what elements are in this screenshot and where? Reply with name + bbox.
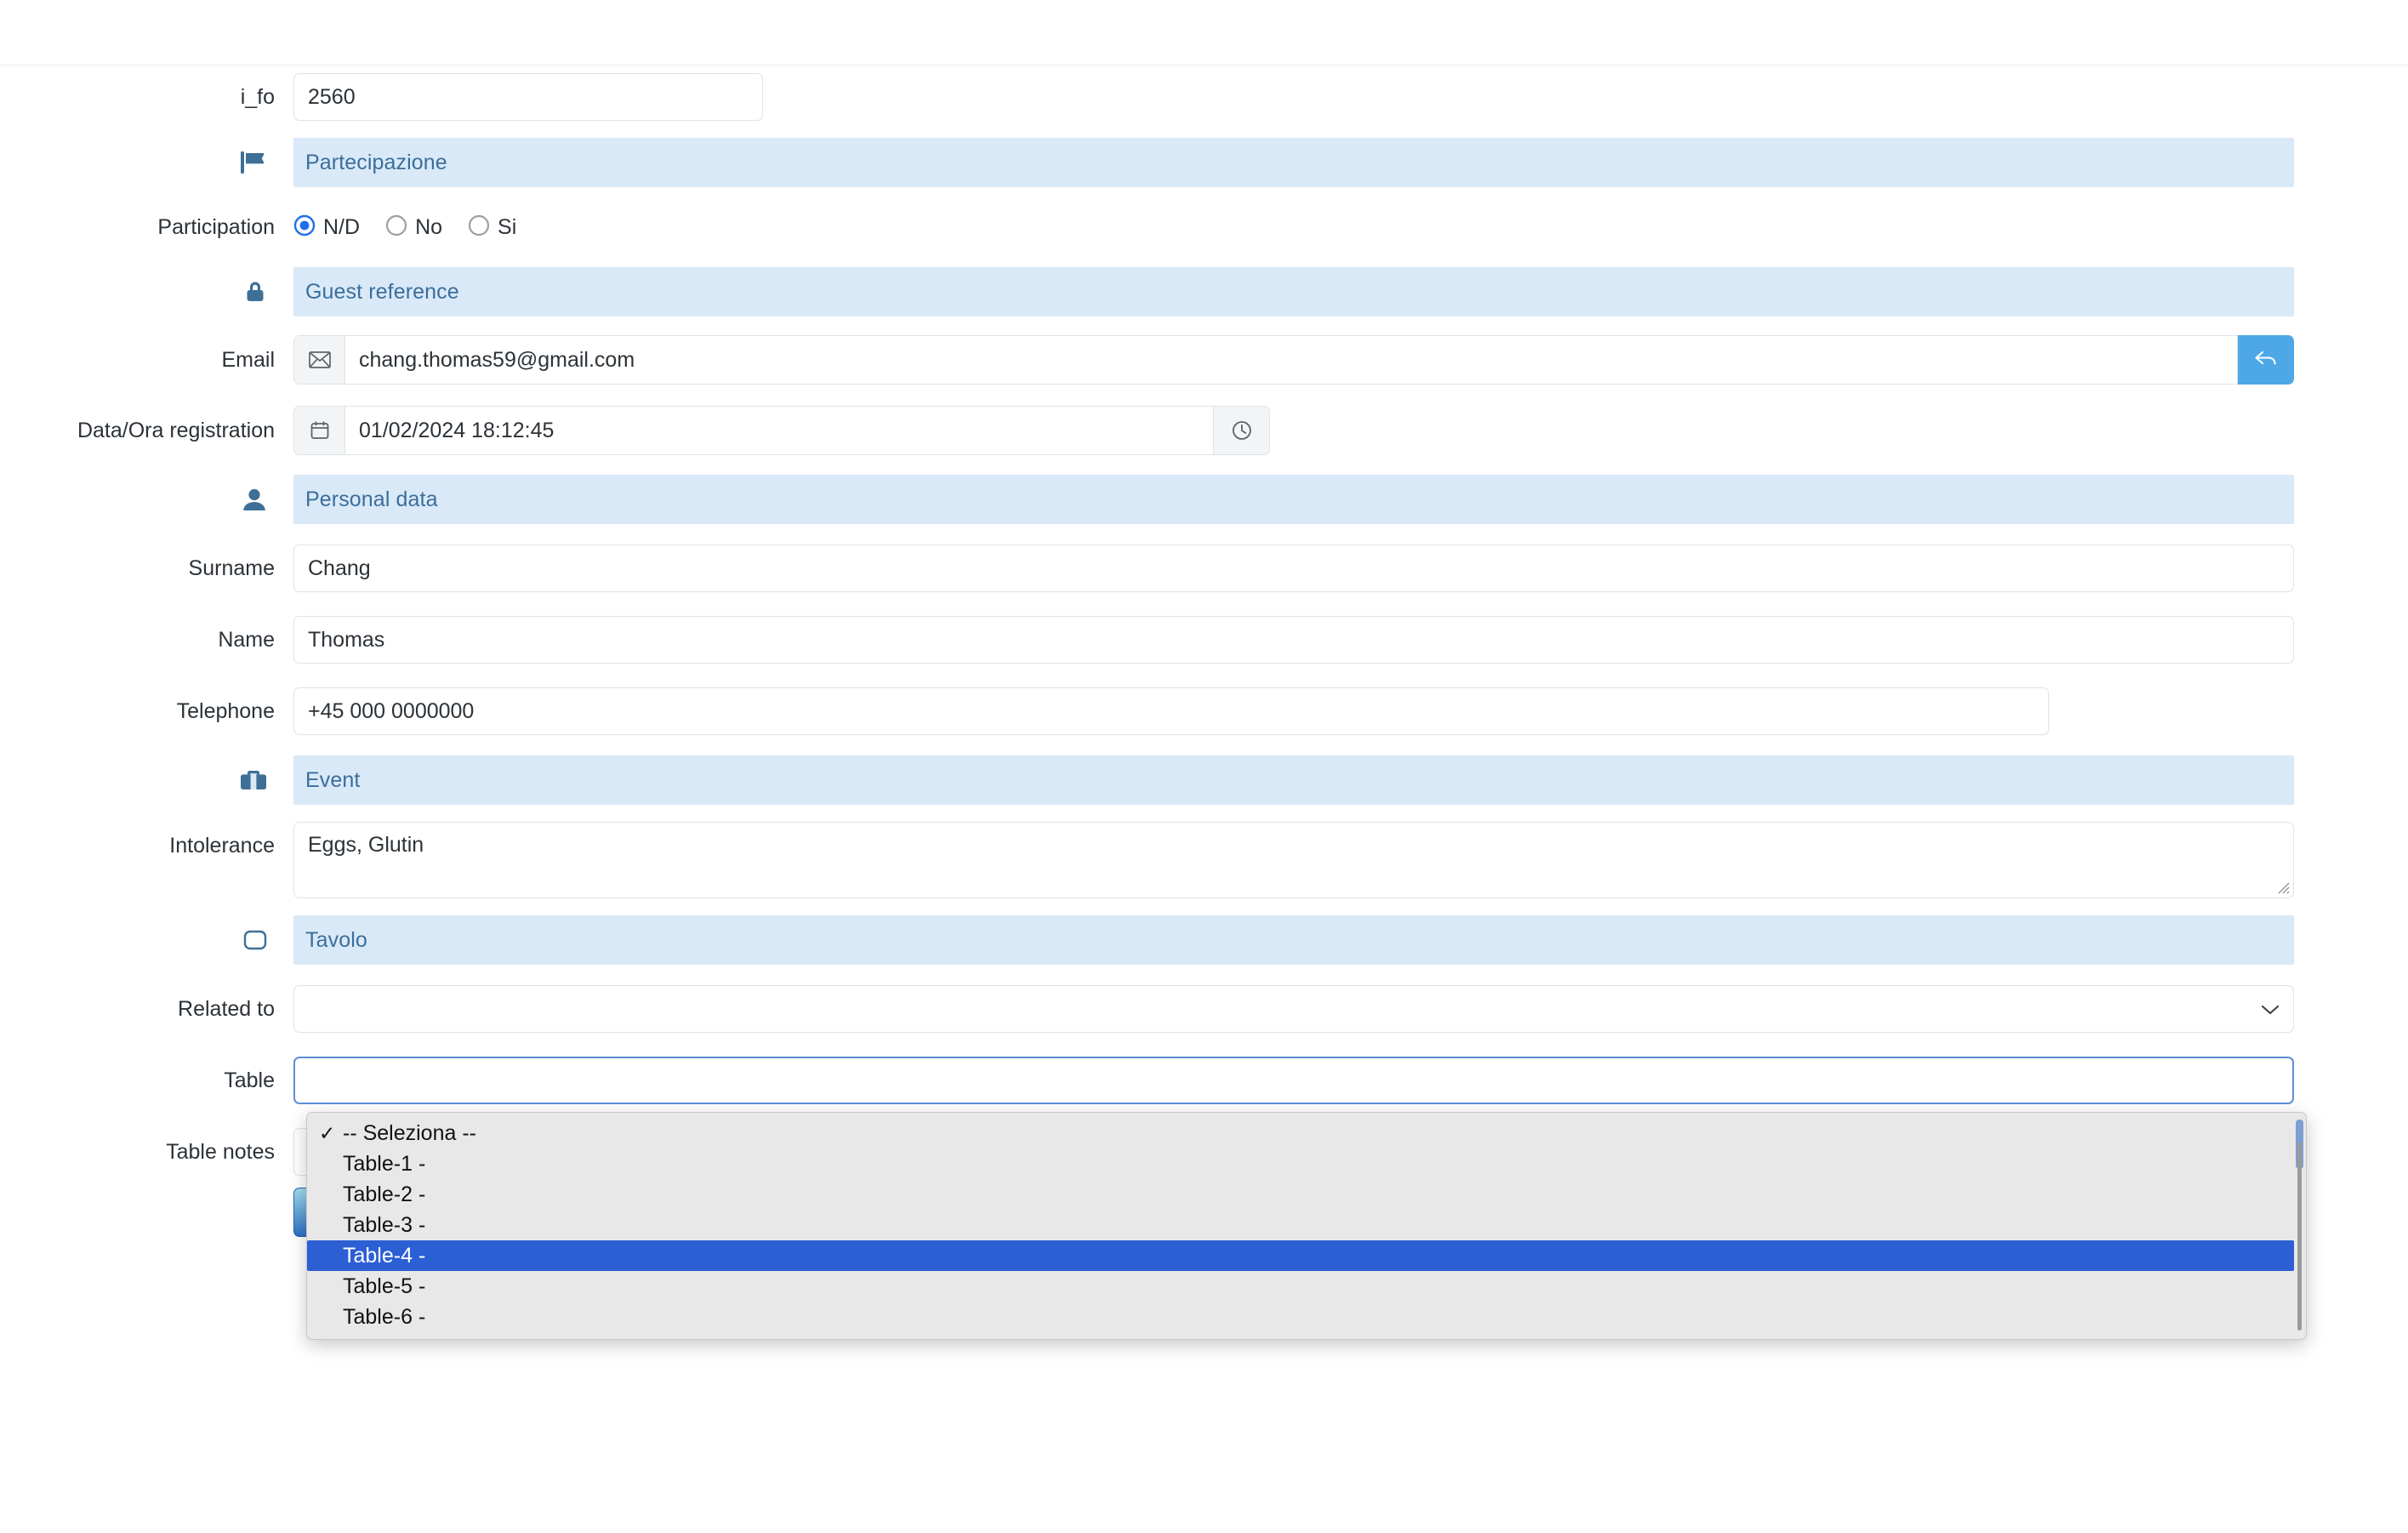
section-band-event: Event [293,755,2294,805]
radio-label-si: Si [498,214,517,239]
field-row-name: Name Thomas [0,604,2408,675]
field-row-telephone: Telephone +45 000 0000000 [0,675,2408,747]
radio-option-no[interactable]: No [385,214,442,241]
section-band-participation: Partecipazione [293,138,2294,187]
radio-group-participation: N/D No Si [293,214,2408,241]
dropdown-option-table-6[interactable]: Table-6 - [307,1302,2306,1332]
radio-label-nd: N/D [323,214,361,239]
dropdown-option-label: Table-5 - [343,1274,426,1298]
dropdown-option-table-1[interactable]: Table-1 - [307,1148,2306,1179]
field-cell-intolerance: Eggs, Glutin [293,822,2408,898]
ifo-input[interactable]: 2560 [293,73,763,121]
reply-arrow-icon [2253,348,2279,373]
section-tavolo: Tavolo [0,907,2408,973]
dropdown-option-table-3[interactable]: Table-3 - [307,1210,2306,1240]
registration-form-page: i_fo 2560 Partecipazione Participation N… [0,0,2408,1533]
section-band-guest-reference: Guest reference [293,267,2294,316]
field-cell-name: Thomas [293,616,2408,664]
label-table-notes: Table notes [166,1139,275,1164]
label-table: Table [224,1068,275,1092]
radio-option-nd[interactable]: N/D [293,214,360,241]
intolerance-textarea-value: Eggs, Glutin [308,833,424,857]
table-select-dropdown[interactable]: ✓ -- Seleziona -- Table-1 - Table-2 - Ta… [306,1112,2307,1340]
field-row-email: Email chang.thomas59@gmail.com [0,325,2408,395]
name-input[interactable]: Thomas [293,616,2294,664]
section-title-tavolo: Tavolo [305,927,367,952]
dropdown-option-label: Table-6 - [343,1304,426,1329]
clock-icon[interactable] [1214,406,1270,455]
field-row-related-to: Related to [0,973,2408,1045]
label-intolerance: Intolerance [169,834,275,858]
label-registration: Data/Ora registration [77,418,275,442]
label-related-to: Related to [178,996,275,1021]
registration-input[interactable]: 01/02/2024 18:12:45 [344,406,1214,455]
field-cell-related-to [293,985,2408,1033]
radio-icon-nd[interactable] [293,214,316,241]
calendar-icon[interactable] [293,406,344,455]
section-title-personal-data: Personal data [305,487,438,511]
label-surname: Surname [188,556,275,580]
textarea-resize-handle[interactable] [2274,878,2291,895]
table-icon [0,929,293,951]
section-participation: Partecipazione [0,129,2408,196]
flag-icon [0,150,293,175]
radio-label-no: No [415,214,443,239]
field-row-intolerance: Intolerance Eggs, Glutin [0,813,2408,907]
email-input[interactable]: chang.thomas59@gmail.com [344,335,2238,385]
related-to-select[interactable] [293,985,2294,1033]
field-row-participation: Participation N/D No Si [0,196,2408,259]
telephone-input[interactable]: +45 000 0000000 [293,687,2049,735]
section-guest-reference: Guest reference [0,259,2408,325]
field-cell-email: chang.thomas59@gmail.com [293,335,2408,385]
field-cell-ifo: 2560 [293,73,2408,121]
briefcase-icon [0,768,293,792]
field-cell-participation: N/D No Si [293,214,2408,241]
dropdown-option-table-5[interactable]: Table-5 - [307,1271,2306,1302]
dropdown-option-label: Table-2 - [343,1182,426,1206]
dropdown-option-table-2[interactable]: Table-2 - [307,1179,2306,1210]
section-title-event: Event [305,767,361,792]
section-event: Event [0,747,2408,813]
field-row-registration: Data/Ora registration 01/02/2024 18:12:4… [0,395,2408,466]
label-email: Email [221,347,275,372]
dropdown-option-table-4[interactable]: Table-4 - [307,1240,2294,1271]
field-row-table: Table [0,1045,2408,1116]
email-input-group: chang.thomas59@gmail.com [293,335,2294,385]
section-band-tavolo: Tavolo [293,915,2294,965]
person-icon [0,487,293,512]
table-select[interactable] [293,1057,2294,1104]
chevron-down-icon [2261,997,2280,1022]
registration-input-group: 01/02/2024 18:12:45 [293,406,1270,455]
section-personal-data: Personal data [0,466,2408,533]
intolerance-textarea[interactable]: Eggs, Glutin [293,822,2294,898]
section-title-participation: Partecipazione [305,150,447,174]
surname-input[interactable]: Chang [293,544,2294,592]
radio-icon-si[interactable] [468,214,490,241]
dropdown-option-label: -- Seleziona -- [343,1120,476,1145]
field-cell-table [293,1057,2408,1104]
field-row-surname: Surname Chang [0,533,2408,604]
label-participation: Participation [157,214,275,239]
label-ifo: i_fo [240,84,275,109]
envelope-icon [293,335,344,385]
field-cell-registration: 01/02/2024 18:12:45 [293,406,2408,455]
dropdown-scrollbar-track[interactable] [2297,1142,2302,1331]
label-telephone: Telephone [176,698,275,723]
dropdown-option-label: Table-4 - [343,1243,426,1268]
field-cell-telephone: +45 000 0000000 [293,687,2408,735]
dropdown-option-label: Table-1 - [343,1151,426,1176]
check-icon: ✓ [319,1121,336,1144]
lock-icon [0,278,293,305]
label-name: Name [218,627,275,652]
guest-registration-form: i_fo 2560 Partecipazione Participation N… [0,65,2408,1247]
section-title-guest-reference: Guest reference [305,279,459,304]
dropdown-option-seleziona[interactable]: ✓ -- Seleziona -- [307,1118,2306,1148]
radio-option-si[interactable]: Si [468,214,516,241]
field-cell-surname: Chang [293,544,2408,592]
dropdown-option-label: Table-3 - [343,1212,426,1237]
section-band-personal-data: Personal data [293,475,2294,524]
email-reply-button[interactable] [2238,335,2294,385]
field-row-ifo: i_fo 2560 [0,65,2408,129]
radio-icon-no[interactable] [385,214,407,241]
